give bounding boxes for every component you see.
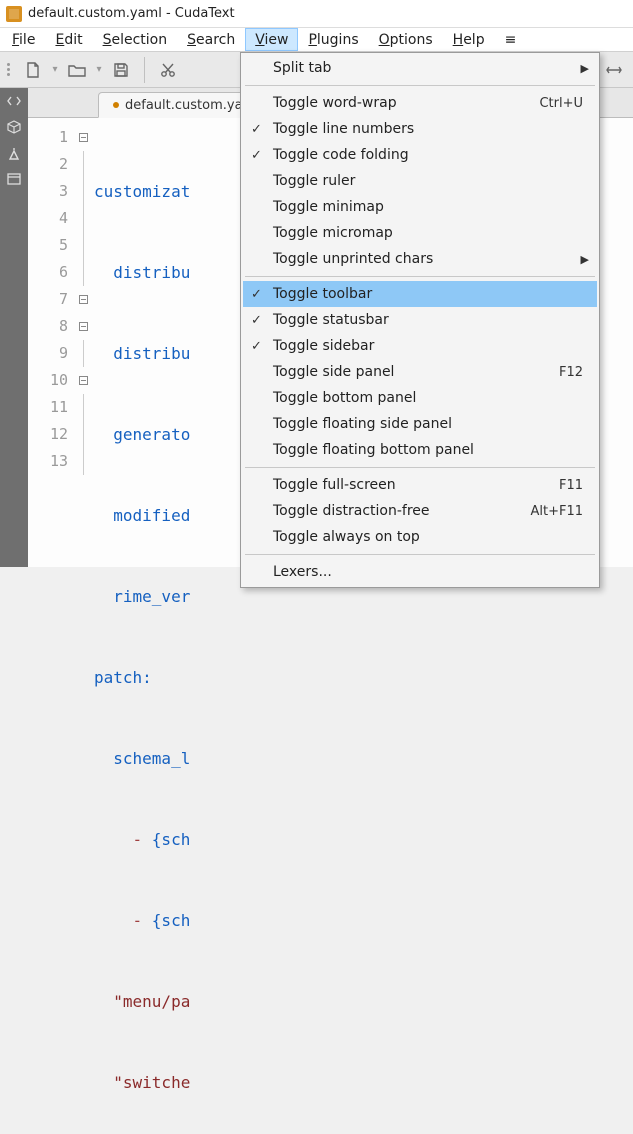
menu-file[interactable]: File — [2, 28, 45, 51]
menu-separator — [245, 467, 595, 468]
menu-toggle-bottom-panel[interactable]: Toggle bottom panel — [243, 385, 597, 411]
open-folder-icon — [67, 61, 87, 79]
cut-icon — [159, 61, 177, 79]
fold-gutter — [76, 118, 90, 567]
code-icon[interactable] — [5, 92, 23, 110]
menu-bar: File Edit Selection Search View Plugins … — [0, 28, 633, 52]
toolbar-overflow-button[interactable] — [599, 55, 629, 85]
menu-toggle-line-numbers[interactable]: ✓Toggle line numbers — [243, 116, 597, 142]
menu-selection[interactable]: Selection — [93, 28, 178, 51]
window-icon[interactable] — [5, 170, 23, 188]
dropdown-caret-icon[interactable]: ▾ — [94, 55, 104, 85]
app-icon — [6, 6, 22, 22]
window-title: default.custom.yaml - CudaText — [28, 6, 235, 21]
menu-toggle-word-wrap[interactable]: Toggle word-wrapCtrl+U — [243, 90, 597, 116]
menu-toggle-floating-bottom-panel[interactable]: Toggle floating bottom panel — [243, 437, 597, 463]
view-menu-dropdown: Split tab▶ Toggle word-wrapCtrl+U ✓Toggl… — [240, 52, 600, 588]
dropdown-caret-icon[interactable]: ▾ — [50, 55, 60, 85]
check-icon: ✓ — [251, 313, 262, 328]
submenu-arrow-icon: ▶ — [581, 62, 589, 75]
check-icon: ✓ — [251, 122, 262, 137]
menu-help[interactable]: Help — [443, 28, 495, 51]
delta-icon[interactable] — [5, 144, 23, 162]
menu-toggle-minimap[interactable]: Toggle minimap — [243, 194, 597, 220]
menu-toggle-full-screen[interactable]: Toggle full-screenF11 — [243, 472, 597, 498]
line-number-gutter: 123 456 789 101112 13 — [28, 118, 76, 567]
toolbar-grip-icon — [4, 63, 12, 76]
menu-toggle-distraction-free[interactable]: Toggle distraction-freeAlt+F11 — [243, 498, 597, 524]
toolbar-separator — [144, 57, 145, 83]
menu-view[interactable]: View — [245, 28, 298, 51]
cut-button[interactable] — [153, 55, 183, 85]
menu-split-tab[interactable]: Split tab▶ — [243, 55, 597, 81]
menu-edit[interactable]: Edit — [45, 28, 92, 51]
menu-toggle-statusbar[interactable]: ✓Toggle statusbar — [243, 307, 597, 333]
menu-lexers[interactable]: Lexers... — [243, 559, 597, 585]
menu-toggle-toolbar[interactable]: ✓Toggle toolbar — [243, 281, 597, 307]
menu-plugins[interactable]: Plugins — [298, 28, 368, 51]
menu-overflow[interactable]: ≡ — [495, 28, 527, 51]
menu-separator — [245, 276, 595, 277]
tab-label: default.custom.yaml — [125, 98, 259, 113]
check-icon: ✓ — [251, 148, 262, 163]
modified-dot-icon — [113, 102, 119, 108]
open-folder-button[interactable] — [62, 55, 92, 85]
title-bar: default.custom.yaml - CudaText — [0, 0, 633, 28]
new-file-button[interactable] — [18, 55, 48, 85]
menu-toggle-code-folding[interactable]: ✓Toggle code folding — [243, 142, 597, 168]
submenu-arrow-icon: ▶ — [581, 253, 589, 266]
arrows-horizontal-icon — [605, 61, 623, 79]
new-file-icon — [24, 61, 42, 79]
menu-options[interactable]: Options — [369, 28, 443, 51]
menu-toggle-always-on-top[interactable]: Toggle always on top — [243, 524, 597, 550]
menu-toggle-floating-side-panel[interactable]: Toggle floating side panel — [243, 411, 597, 437]
menu-toggle-side-panel[interactable]: Toggle side panelF12 — [243, 359, 597, 385]
menu-toggle-unprinted[interactable]: Toggle unprinted chars▶ — [243, 246, 597, 272]
menu-toggle-micromap[interactable]: Toggle micromap — [243, 220, 597, 246]
check-icon: ✓ — [251, 339, 262, 354]
menu-search[interactable]: Search — [177, 28, 245, 51]
menu-toggle-sidebar[interactable]: ✓Toggle sidebar — [243, 333, 597, 359]
menu-toggle-ruler[interactable]: Toggle ruler — [243, 168, 597, 194]
menu-separator — [245, 85, 595, 86]
menu-separator — [245, 554, 595, 555]
sidebar — [0, 88, 28, 567]
save-button[interactable] — [106, 55, 136, 85]
save-icon — [112, 61, 130, 79]
check-icon: ✓ — [251, 287, 262, 302]
package-icon[interactable] — [5, 118, 23, 136]
